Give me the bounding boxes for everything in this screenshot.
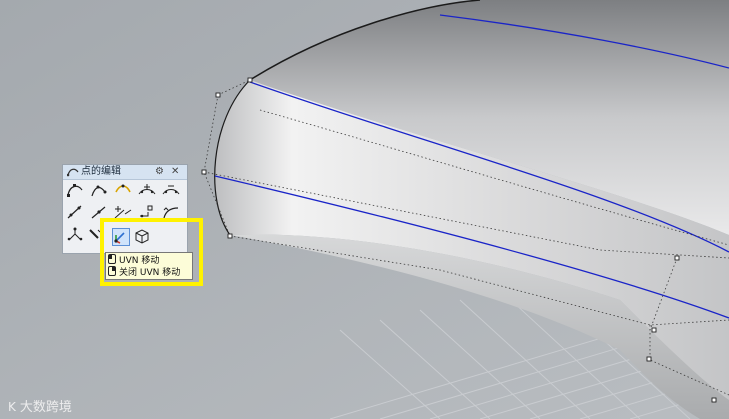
control-point [227,233,233,239]
watermark-text: 大数跨境 [19,400,72,415]
control-point [651,327,657,333]
toolbar-title: 点的编辑 [81,166,121,177]
drag-mode-icon[interactable] [113,181,133,199]
watermark-logo-icon: K [8,400,16,414]
uvn-move-icon[interactable] [112,228,130,246]
toolbar-titlebar[interactable]: 点的编辑 ⚙ ✕ [63,165,187,180]
insert-knot-icon[interactable] [137,181,157,199]
tooltip-right-click-row: 关闭 UVN 移动 [108,266,180,278]
tooltip-right-click-text: 关闭 UVN 移动 [119,268,181,278]
move-uvn-icon[interactable] [65,203,85,221]
left-mouse-icon [108,254,116,264]
tooltip-left-click-text: UVN 移动 [119,256,160,266]
control-point [247,77,253,83]
control-point [674,255,680,261]
right-mouse-icon [108,266,116,276]
control-point [711,397,717,403]
control-point [646,356,652,362]
tooltip-left-click-row: UVN 移动 [108,254,159,266]
watermark: K 大数跨境 [8,396,72,415]
control-points-on-icon[interactable] [65,181,85,199]
control-point [215,92,221,98]
box-edit-icon[interactable] [134,228,152,246]
remove-knot-icon[interactable] [161,181,181,199]
tooltip: UVN 移动 关闭 UVN 移动 [105,252,193,280]
close-icon[interactable]: ✕ [171,165,179,179]
control-point [201,169,207,175]
edit-points-icon[interactable] [89,181,109,199]
gear-icon[interactable]: ⚙ [155,165,164,179]
soft-edit-icon[interactable] [65,225,85,243]
